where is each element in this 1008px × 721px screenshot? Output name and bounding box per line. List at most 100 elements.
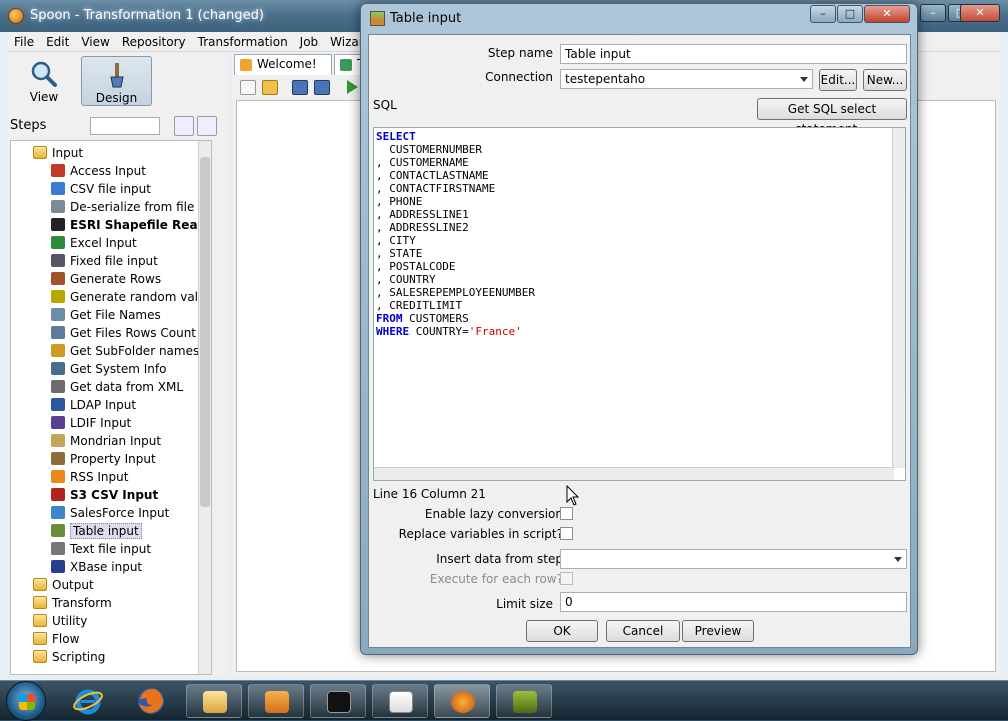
main-close-button[interactable]: ✕	[960, 4, 1000, 22]
cancel-button[interactable]: Cancel	[606, 620, 680, 642]
steps-search-input[interactable]	[90, 117, 160, 135]
tree-step-ldif-input[interactable]: LDIF Input	[51, 414, 131, 432]
step-icon	[51, 218, 65, 231]
menu-repository[interactable]: Repository	[116, 32, 192, 52]
steps-label: Steps	[10, 118, 47, 133]
firefox-icon[interactable]	[135, 685, 167, 717]
file-explorer-icon[interactable]	[186, 684, 242, 718]
dialog-minimize-button[interactable]: –	[810, 5, 836, 23]
new-connection-button[interactable]: New...	[863, 69, 907, 91]
tree-category-output[interactable]: Output	[33, 576, 94, 594]
scrollbar-thumb[interactable]	[200, 157, 210, 507]
tree-vertical-scrollbar[interactable]	[198, 141, 211, 674]
design-perspective-button[interactable]: Design	[81, 56, 152, 106]
tree-step-get-system-info[interactable]: Get System Info	[51, 360, 166, 378]
dialog-close-button[interactable]: ✕	[864, 5, 910, 23]
collapse-all-icon[interactable]	[197, 116, 217, 136]
spoon-app-icon[interactable]	[434, 684, 490, 718]
lazy-conversion-checkbox[interactable]	[560, 507, 573, 520]
menu-edit[interactable]: Edit	[40, 32, 75, 52]
limit-size-input[interactable]: 0	[560, 592, 907, 612]
tree-step-xbase-input[interactable]: XBase input	[51, 558, 142, 576]
tab-welcome[interactable]: Welcome!	[234, 54, 332, 75]
tree-category-flow[interactable]: Flow	[33, 630, 79, 648]
open-folder-icon[interactable]	[262, 80, 278, 95]
tree-step-text-file-input[interactable]: Text file input	[51, 540, 151, 558]
step-icon	[51, 524, 65, 537]
dialog-maximize-button[interactable]: □	[837, 5, 863, 23]
folder-icon	[33, 632, 47, 645]
save-icon[interactable]	[292, 80, 308, 95]
tree-step-get-files-rows-count[interactable]: Get Files Rows Count	[51, 324, 196, 342]
command-prompt-icon[interactable]	[310, 684, 366, 718]
execute-each-row-checkbox[interactable]	[560, 572, 573, 585]
tree-step-csv-file-input[interactable]: CSV file input	[51, 180, 151, 198]
main-minimize-button[interactable]: –	[920, 4, 946, 22]
replace-variables-checkbox[interactable]	[560, 527, 573, 540]
new-file-icon[interactable]	[240, 80, 256, 95]
spoon-logo-icon	[8, 8, 24, 24]
tree-category-utility-label: Utility	[52, 614, 88, 628]
step-icon	[51, 254, 65, 267]
step-icon	[51, 542, 65, 555]
step-icon	[51, 236, 65, 249]
connection-select[interactable]: testepentaho	[560, 69, 813, 89]
replace-variables-label: Replace variables in script?	[398, 527, 563, 541]
menu-transformation[interactable]: Transformation	[192, 32, 294, 52]
steps-tree: Input Access Input CSV file input De-serial…	[10, 140, 212, 675]
step-icon	[51, 200, 65, 213]
windows-start-icon[interactable]	[6, 681, 46, 721]
tree-step-ldap-input[interactable]: LDAP Input	[51, 396, 136, 414]
tree-step-property-input[interactable]: Property Input	[51, 450, 156, 468]
preview-button[interactable]: Preview	[682, 620, 754, 642]
expand-all-icon[interactable]	[174, 116, 194, 136]
menu-file[interactable]: File	[8, 32, 40, 52]
sql-from-keyword: FROM	[376, 312, 403, 325]
tree-step-rss-input[interactable]: RSS Input	[51, 468, 128, 486]
tree-step-s3-csv-input[interactable]: S3 CSV Input	[51, 486, 158, 504]
execute-each-row-label: Execute for each row?	[429, 572, 563, 586]
tree-step-esri-shapefile-reader[interactable]: ESRI Shapefile Reader	[51, 216, 211, 234]
tree-step-table-input[interactable]: Table input	[51, 522, 142, 540]
view-perspective-button[interactable]: View	[10, 56, 78, 106]
windows-flag-icon	[19, 694, 35, 710]
media-player-icon[interactable]	[248, 684, 304, 718]
tree-step-generate-rows-label: Generate Rows	[70, 272, 162, 286]
internet-explorer-icon[interactable]	[72, 685, 104, 717]
coffee-cup-icon	[389, 691, 413, 713]
sql-vertical-scrollbar[interactable]	[892, 128, 905, 468]
step-icon	[51, 506, 65, 519]
tree-category-utility[interactable]: Utility	[33, 612, 87, 630]
sql-editor[interactable]: SELECT CUSTOMERNUMBER , CUSTOMERNAME , C…	[373, 127, 906, 481]
tree-step-excel-input[interactable]: Excel Input	[51, 234, 137, 252]
tree-step-salesforce-input[interactable]: SalesForce Input	[51, 504, 169, 522]
java-icon[interactable]	[372, 684, 428, 718]
tree-step-get-file-names[interactable]: Get File Names	[51, 306, 161, 324]
sql-horizontal-scrollbar[interactable]	[374, 467, 894, 480]
camtasia-icon[interactable]	[496, 684, 552, 718]
dialog-body: Step name Table input Connection testepe…	[368, 34, 911, 648]
tree-category-input[interactable]: Input	[33, 144, 83, 162]
ok-button[interactable]: OK	[526, 620, 598, 642]
run-icon[interactable]	[347, 80, 358, 94]
tree-category-transform[interactable]: Transform	[33, 594, 112, 612]
tree-step-generate-rows[interactable]: Generate Rows	[51, 270, 161, 288]
step-name-input[interactable]: Table input	[560, 44, 907, 64]
tree-step-generate-random-value[interactable]: Generate random value	[51, 288, 211, 306]
menu-view[interactable]: View	[75, 32, 115, 52]
spoon-icon	[451, 691, 475, 713]
edit-connection-button[interactable]: Edit...	[819, 69, 857, 91]
get-sql-statement-button[interactable]: Get SQL select statement...	[757, 98, 907, 136]
tree-category-scripting[interactable]: Scripting	[33, 648, 105, 666]
insert-data-from-step-select[interactable]	[560, 549, 907, 569]
tree-step-access-input[interactable]: Access Input	[51, 162, 146, 180]
tree-step-de-serialize-from-file[interactable]: De-serialize from file	[51, 198, 194, 216]
tree-step-mondrian-input[interactable]: Mondrian Input	[51, 432, 161, 450]
folder-icon	[33, 614, 47, 627]
menu-job[interactable]: Job	[294, 32, 325, 52]
tree-step-fixed-file-input[interactable]: Fixed file input	[51, 252, 158, 270]
tree-category-output-label: Output	[52, 578, 94, 592]
tree-step-get-subfolder-names[interactable]: Get SubFolder names	[51, 342, 199, 360]
tree-step-get-data-from-xml[interactable]: Get data from XML	[51, 378, 183, 396]
save-as-icon[interactable]	[314, 80, 330, 95]
